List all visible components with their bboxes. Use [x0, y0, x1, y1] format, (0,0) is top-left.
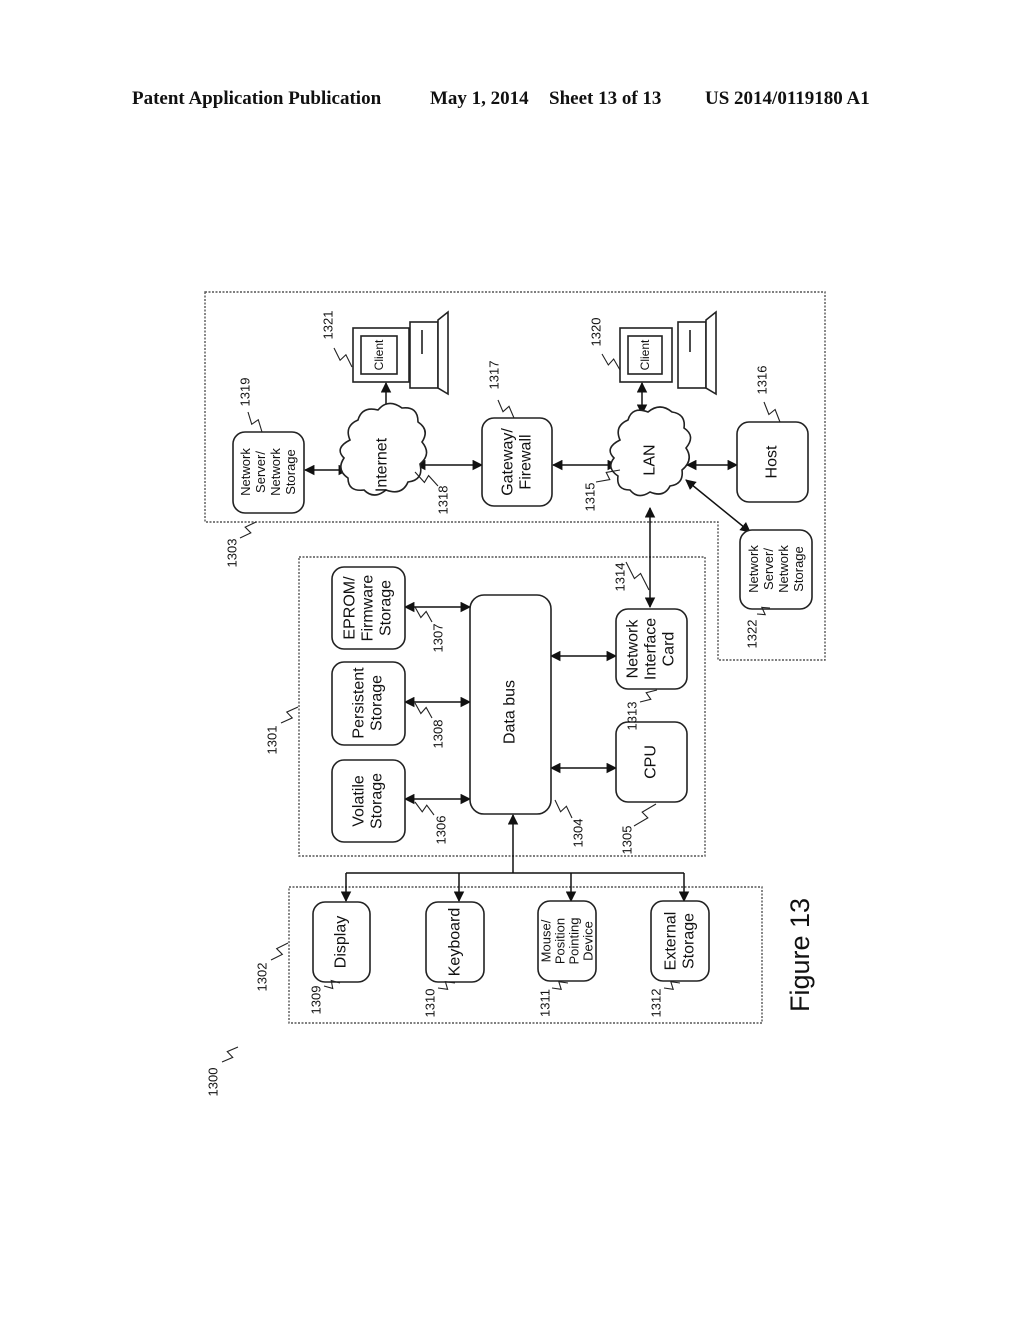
network-server-1322-label-line: Network	[776, 545, 791, 593]
reference-number-1316: 1316	[755, 366, 770, 395]
leader-line-1304	[554, 799, 573, 819]
nic-label-line: Card	[661, 632, 678, 667]
reference-number-1322: 1322	[745, 620, 760, 649]
reference-number-1305: 1305	[620, 826, 635, 855]
eprom-label-line: Storage	[378, 580, 395, 636]
reference-number-1307: 1307	[431, 624, 446, 653]
cpu-label-line: CPU	[643, 745, 660, 779]
reference-number-1303: 1303	[225, 539, 240, 568]
client-1320-label-line: Client	[638, 339, 652, 370]
leader-line-1312	[663, 981, 681, 990]
network-server-1322-label-line: Server/	[761, 548, 776, 590]
keyboard-label-line: Keyboard	[447, 908, 464, 977]
internet-label-line: Internet	[374, 437, 391, 492]
mouse-label-line: Position	[553, 918, 568, 964]
volatile-label-line: Storage	[369, 773, 386, 829]
gateway-label-line: Gateway/	[500, 428, 517, 496]
reference-number-1313: 1313	[625, 702, 640, 731]
network-server-1319-label-line: Network	[238, 448, 253, 496]
persistent-label-line: Persistent	[351, 667, 368, 739]
reference-number-1312: 1312	[649, 989, 664, 1018]
host-label-line: Host	[764, 445, 781, 478]
persistent-label-line: Storage	[369, 675, 386, 731]
reference-number-1306: 1306	[434, 816, 449, 845]
reference-number-1308: 1308	[431, 720, 446, 749]
leader-line-1321	[333, 347, 353, 368]
network-server-1319-label-line: Server/	[253, 451, 268, 493]
network-server-1319-label-line: Storage	[283, 449, 298, 495]
leader-line-1302	[270, 942, 289, 961]
reference-number-1311: 1311	[538, 989, 553, 1017]
leader-line-1300	[221, 1046, 239, 1063]
reference-number-1318: 1318	[436, 486, 451, 515]
leader-line-1314	[625, 561, 650, 591]
gateway-label-line: Firewall	[518, 434, 535, 489]
mouse-label-line: Pointing	[567, 918, 582, 965]
reference-number-1321: 1321	[321, 311, 336, 340]
leader-line-1301	[280, 706, 299, 724]
external-label-line: External	[663, 912, 680, 971]
external-label-line: Storage	[681, 913, 698, 969]
reference-number-1301: 1301	[265, 726, 280, 755]
reference-number-1320: 1320	[589, 318, 604, 347]
client-1321-label-line: Client	[372, 339, 386, 370]
leader-line-1303	[239, 521, 257, 539]
eprom-label-line: Firmware	[360, 575, 377, 642]
leader-line-1317	[497, 399, 515, 419]
mouse-label-line: Mouse/	[539, 919, 554, 962]
reference-number-1302: 1302	[255, 963, 270, 992]
figure-13-diagram: Network Server/Network Storage InternetClie…	[204, 291, 826, 1097]
leader-line-1307	[414, 606, 433, 623]
reference-number-1310: 1310	[423, 989, 438, 1018]
reference-number-1314: 1314	[613, 563, 628, 592]
data-bus-label-line: Data bus	[502, 680, 519, 744]
lan-label-line: LAN	[642, 444, 659, 475]
leader-line-1305	[633, 803, 657, 827]
reference-number-1304: 1304	[571, 819, 586, 848]
leader-line-1316	[763, 401, 781, 423]
nic-label-line: Network	[625, 619, 642, 679]
nic-label-line: Interface	[643, 618, 660, 680]
reference-number-1300: 1300	[206, 1068, 221, 1097]
reference-number-1319: 1319	[238, 378, 253, 407]
leader-line-1319	[247, 411, 263, 433]
volatile-label-line: Volatile	[351, 775, 368, 827]
figure-caption: Figure 13	[785, 898, 815, 1012]
network-server-1322-label-line: Network	[746, 545, 761, 593]
network-server-1322-label-line: Storage	[791, 546, 806, 592]
leader-line-1313	[639, 689, 658, 703]
mouse-label-line: Device	[581, 921, 596, 961]
client-1321-computer	[352, 310, 449, 396]
leader-line-1320	[601, 353, 621, 371]
reference-number-1309: 1309	[309, 986, 324, 1015]
reference-number-1315: 1315	[583, 483, 598, 512]
leader-line-1306	[414, 801, 435, 816]
client-1320-computer	[619, 310, 717, 396]
display-label-line: Display	[333, 916, 350, 968]
leader-line-1310	[437, 981, 456, 990]
reference-number-1317: 1317	[487, 361, 502, 390]
leader-line-1311	[551, 981, 569, 990]
network-server-1319-label-line: Network	[268, 448, 283, 496]
eprom-label-line: EPROM/	[342, 576, 359, 640]
leader-line-1308	[414, 702, 433, 719]
